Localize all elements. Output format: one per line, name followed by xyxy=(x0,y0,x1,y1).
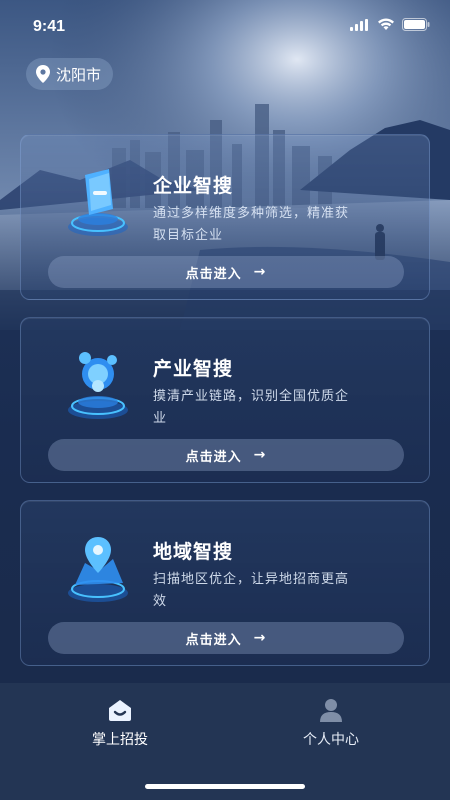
enter-button-label: 点击进入 xyxy=(185,266,242,282)
tab-profile[interactable]: 个人中心 xyxy=(271,697,391,749)
industry-search-icon xyxy=(68,352,128,419)
location-selector[interactable]: 沈阳市 xyxy=(26,58,114,90)
wifi-icon xyxy=(378,18,394,30)
card-description: 扫描地区优企，让异地招商更高效 xyxy=(153,572,350,609)
app-screen: 9:41 沈阳市 企业智搜 通过多样维度多种筛选，精准获取目标企业 点击进入 →… xyxy=(0,0,450,800)
enter-button[interactable]: 点击进入 → xyxy=(48,256,404,288)
location-pin-icon xyxy=(36,65,50,83)
card-description: 摸清产业链路，识别全国优质企业 xyxy=(153,389,350,426)
enter-button-label: 点击进入 xyxy=(185,632,242,648)
card-industry-search[interactable]: 产业智搜 摸清产业链路，识别全国优质企业 点击进入 → xyxy=(20,317,430,483)
status-bar: 9:41 xyxy=(0,0,450,48)
region-search-icon xyxy=(68,537,128,602)
enter-button[interactable]: 点击进入 → xyxy=(48,622,404,654)
home-indicator xyxy=(145,784,305,789)
card-title: 地域智搜 xyxy=(153,541,234,563)
enter-button-label: 点击进入 xyxy=(185,449,242,465)
home-icon xyxy=(109,700,131,721)
status-time: 9:41 xyxy=(33,18,66,35)
tab-profile-label: 个人中心 xyxy=(303,732,359,748)
card-title: 产业智搜 xyxy=(153,358,234,380)
enterprise-search-icon xyxy=(68,169,128,236)
tab-bar: 掌上招投 个人中心 xyxy=(0,683,450,800)
card-description: 通过多样维度多种筛选，精准获取目标企业 xyxy=(153,206,350,243)
signal-icon xyxy=(350,18,368,31)
battery-icon xyxy=(402,18,430,31)
arrow-right-icon: → xyxy=(253,630,267,646)
arrow-right-icon: → xyxy=(253,447,267,463)
card-enterprise-search[interactable]: 企业智搜 通过多样维度多种筛选，精准获取目标企业 点击进入 → xyxy=(20,134,430,300)
location-city: 沈阳市 xyxy=(56,65,102,84)
card-region-search[interactable]: 地域智搜 扫描地区优企，让异地招商更高效 点击进入 → xyxy=(20,500,430,666)
tab-home[interactable]: 掌上招投 xyxy=(60,697,180,749)
enter-button[interactable]: 点击进入 → xyxy=(48,439,404,471)
arrow-right-icon: → xyxy=(253,264,267,280)
card-title: 企业智搜 xyxy=(153,175,234,197)
user-icon xyxy=(320,699,342,722)
tab-home-label: 掌上招投 xyxy=(92,732,148,748)
status-icons xyxy=(350,18,430,31)
